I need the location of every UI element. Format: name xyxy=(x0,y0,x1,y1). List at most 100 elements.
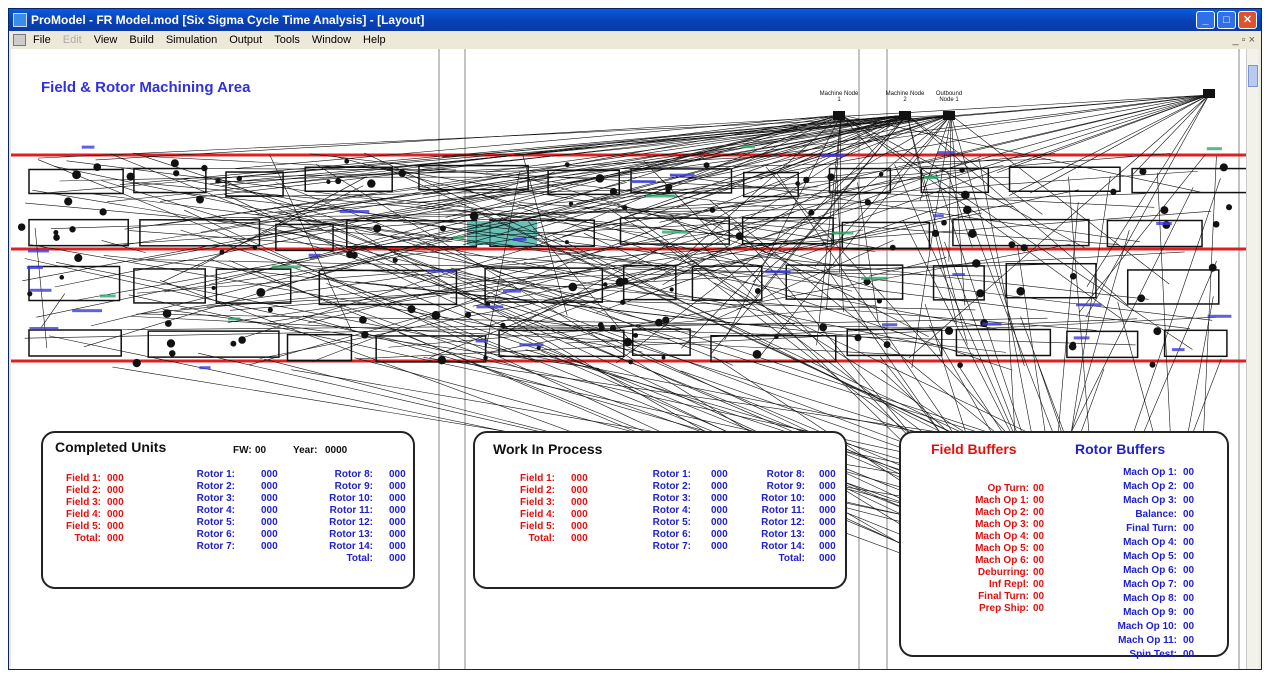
location-tag xyxy=(669,173,695,177)
path-node xyxy=(735,232,744,241)
row-label: Balance: xyxy=(1135,509,1177,520)
field-buffers-title: Field Buffers xyxy=(931,441,1017,457)
year-value: 0000 xyxy=(325,445,348,456)
menu-window[interactable]: Window xyxy=(312,31,351,49)
row-value: 00 xyxy=(1033,507,1045,518)
row-label: Total: xyxy=(528,533,555,544)
row-label: Rotor 13: xyxy=(329,529,373,540)
row-label: Field 5: xyxy=(65,521,101,532)
machine-box xyxy=(1163,329,1228,358)
panel-title: Work In Process xyxy=(493,441,603,457)
path-node xyxy=(944,326,954,335)
vertical-scrollbar[interactable] xyxy=(1246,49,1259,669)
row-value: 000 xyxy=(571,473,588,484)
window-title: ProModel - FR Model.mod [Six Sigma Cycle… xyxy=(31,13,425,27)
row-value: 000 xyxy=(711,469,728,480)
row-value: 00 xyxy=(1033,543,1045,554)
row-value: 000 xyxy=(389,481,406,492)
path-node xyxy=(1110,188,1117,195)
path-node xyxy=(437,355,447,365)
path-node xyxy=(665,183,673,191)
routing-path xyxy=(840,114,1193,350)
row-value: 000 xyxy=(711,493,728,504)
location-tag xyxy=(452,236,465,240)
menu-file[interactable]: File xyxy=(33,31,51,49)
row-value: 00 xyxy=(1183,537,1195,548)
node-label: Machine Node 1 xyxy=(819,91,859,103)
menu-edit[interactable]: Edit xyxy=(63,31,82,49)
path-node xyxy=(252,245,258,250)
title-bar: ProModel - FR Model.mod [Six Sigma Cycle… xyxy=(9,9,1261,31)
menu-output[interactable]: Output xyxy=(229,31,262,49)
location-tag xyxy=(426,269,456,273)
row-value: 000 xyxy=(819,481,836,492)
menu-view[interactable]: View xyxy=(94,31,118,49)
row-label: Field 2: xyxy=(65,485,101,496)
row-label: Mach Op 6: xyxy=(1123,565,1177,576)
document-icon[interactable] xyxy=(13,34,26,46)
row-label: Mach Op 7: xyxy=(1123,579,1177,590)
path-node xyxy=(1008,241,1016,249)
path-node xyxy=(170,159,179,168)
row-value: 000 xyxy=(711,529,728,540)
routing-path xyxy=(906,114,968,345)
maximize-button[interactable]: □ xyxy=(1217,11,1236,29)
row-label: Rotor 8: xyxy=(334,469,373,480)
path-node xyxy=(173,170,180,177)
path-node xyxy=(69,226,76,233)
row-label: Field 4: xyxy=(519,509,555,520)
menu-bar: File Edit View Build Simulation Output T… xyxy=(9,31,1261,49)
row-value: 000 xyxy=(819,553,836,564)
row-label: Field 3: xyxy=(65,497,101,508)
row-label: Total: xyxy=(778,553,805,564)
minimize-button[interactable]: _ xyxy=(1196,11,1215,29)
row-label: Mach Op 2: xyxy=(1123,481,1177,492)
path-node xyxy=(1016,286,1025,296)
location-tag xyxy=(765,270,791,274)
buffers-panel: Field Buffers Rotor Buffers Op Turn: 00 Ma… xyxy=(899,431,1229,660)
row-label: Rotor 4: xyxy=(652,505,691,516)
location-tag xyxy=(662,230,689,234)
row-label: Rotor 7: xyxy=(196,541,235,552)
path-node xyxy=(864,199,871,206)
location-tag xyxy=(861,276,887,280)
path-node xyxy=(361,331,369,339)
layout-canvas[interactable]: Field & Rotor Machining Area Machine Nod… xyxy=(11,49,1247,669)
menu-tools[interactable]: Tools xyxy=(274,31,300,49)
fw-value: 00 xyxy=(255,445,267,456)
path-node xyxy=(59,275,65,280)
row-value: 00 xyxy=(1033,555,1045,566)
row-value: 000 xyxy=(261,505,278,516)
path-node xyxy=(597,322,604,328)
menu-simulation[interactable]: Simulation xyxy=(166,31,217,49)
path-node xyxy=(211,285,216,291)
row-value: 000 xyxy=(819,541,836,552)
path-node xyxy=(1212,220,1220,228)
routing-path xyxy=(326,283,538,363)
mdi-window-controls[interactable]: _ ▫ × xyxy=(1232,31,1255,49)
close-button[interactable]: ✕ xyxy=(1238,11,1257,29)
path-node xyxy=(1137,294,1146,303)
crane-node-icon xyxy=(1203,89,1215,98)
row-label: Mach Op 2: xyxy=(975,507,1029,518)
path-node xyxy=(931,229,940,237)
menu-build[interactable]: Build xyxy=(129,31,153,49)
machine-node-icon xyxy=(833,111,845,120)
row-value: 000 xyxy=(819,529,836,540)
menu-help[interactable]: Help xyxy=(363,31,386,49)
location-tag xyxy=(741,145,756,149)
path-node xyxy=(64,197,73,206)
row-value: 000 xyxy=(389,505,406,516)
scrollbar-thumb[interactable] xyxy=(1248,65,1258,87)
row-label: Rotor 5: xyxy=(196,517,235,528)
row-label: Final Turn: xyxy=(1126,523,1177,534)
location-tag xyxy=(199,366,211,370)
machine-box xyxy=(1106,219,1203,248)
row-label: Inf Repl: xyxy=(989,579,1029,590)
row-label: Rotor 9: xyxy=(334,481,373,492)
row-label: Field 1: xyxy=(65,473,101,484)
row-label: Mach Op 9: xyxy=(1123,607,1177,618)
path-node xyxy=(609,325,617,332)
machine-box xyxy=(28,329,122,357)
routing-path xyxy=(107,114,952,203)
